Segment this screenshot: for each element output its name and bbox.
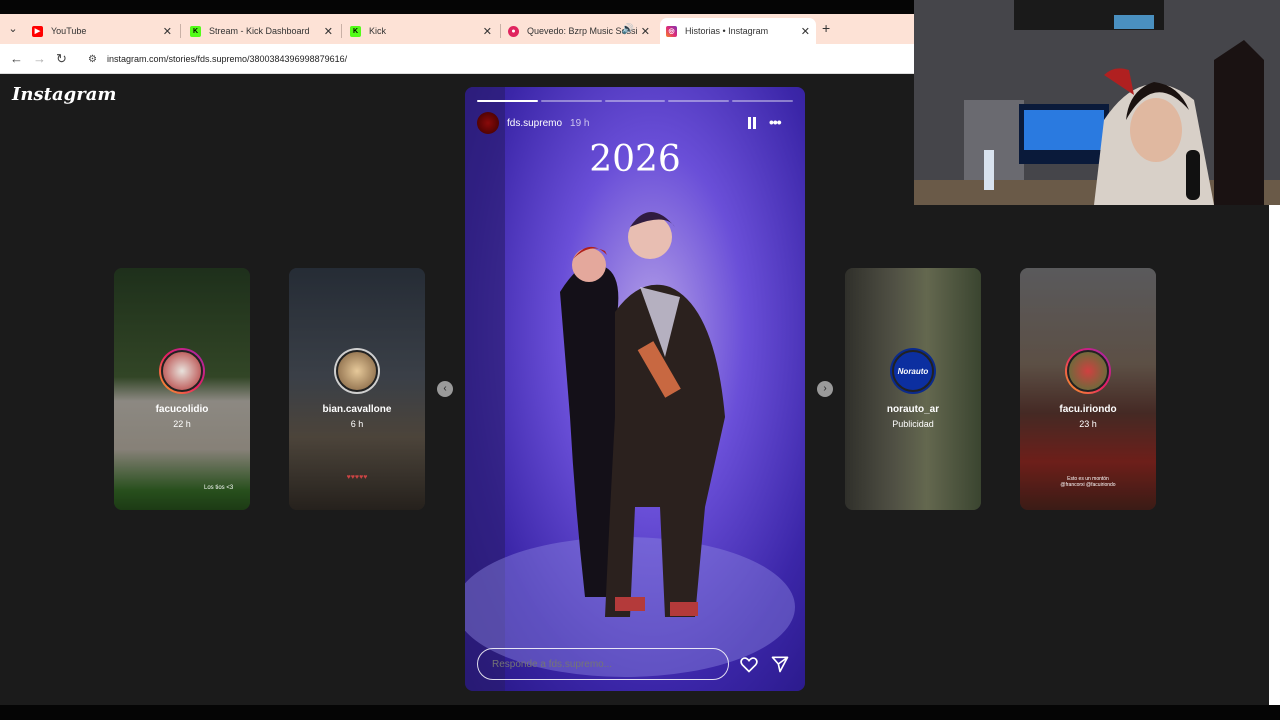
story-preview-norauto-ar[interactable]: Norauto norauto_ar Publicidad xyxy=(845,268,981,510)
preview-time: 6 h xyxy=(350,419,364,429)
forward-icon[interactable]: → xyxy=(33,51,46,66)
close-tab-icon[interactable]: ✕ xyxy=(641,25,650,38)
story-time: 19 h xyxy=(570,117,590,129)
preview-avatar xyxy=(334,348,380,394)
close-tab-icon[interactable]: ✕ xyxy=(163,25,172,38)
close-tab-icon[interactable]: ✕ xyxy=(801,25,810,38)
close-tab-icon[interactable]: ✕ xyxy=(483,25,492,38)
story-preview-facucolidio[interactable]: facucolidio 22 h Los tios <3 xyxy=(114,268,250,510)
next-story-button[interactable]: › xyxy=(817,381,833,397)
heart-icon[interactable] xyxy=(739,654,759,674)
send-icon[interactable] xyxy=(770,654,790,674)
preview-caption: Los tios <3 xyxy=(204,485,234,491)
tab-title: Kick xyxy=(369,26,387,36)
tab-kick[interactable]: K Kick ✕ xyxy=(344,18,498,44)
story-progress xyxy=(477,100,793,102)
new-tab-button[interactable]: + xyxy=(822,20,830,36)
story-username[interactable]: fds.supremo xyxy=(507,118,562,129)
tab-title: YouTube xyxy=(51,26,87,36)
tab-title: Historias • Instagram xyxy=(685,26,769,36)
youtube-favicon-icon: ▶ xyxy=(32,25,43,37)
kick-favicon-icon: K xyxy=(350,25,361,37)
webcam-video xyxy=(914,0,1280,205)
tab-divider xyxy=(341,24,342,38)
window-top-strip xyxy=(0,0,914,14)
instagram-logo[interactable]: Instagram xyxy=(12,84,116,105)
preview-avatar: Norauto xyxy=(890,348,936,394)
preview-avatar xyxy=(1065,348,1111,394)
instagram-favicon-icon: ◎ xyxy=(666,25,677,37)
story-avatar[interactable] xyxy=(477,112,499,134)
story-preview-facu-iriondo[interactable]: facu.iriondo 23 h Esto es un montón @fra… xyxy=(1020,268,1156,510)
webcam-overlay xyxy=(914,0,1280,205)
preview-caption: Esto es un montón @francorxi @facuiriond… xyxy=(1060,476,1116,488)
url-field[interactable]: ⚙ instagram.com/stories/fds.supremo/3800… xyxy=(80,48,910,70)
tab-instagram[interactable]: ◎ Historias • Instagram ✕ xyxy=(660,18,816,44)
story-viewer[interactable]: fds.supremo 19 h ••• 2026 xyxy=(465,87,805,691)
url-text: instagram.com/stories/fds.supremo/380038… xyxy=(106,54,348,64)
preview-avatar xyxy=(159,348,205,394)
story-header: fds.supremo 19 h xyxy=(477,112,590,134)
back-icon[interactable]: ← xyxy=(10,51,23,66)
norauto-badge: Norauto xyxy=(892,350,934,392)
preview-time: 23 h xyxy=(1079,419,1097,429)
site-info-icon[interactable]: ⚙ xyxy=(88,54,97,65)
reload-icon[interactable]: ↻ xyxy=(56,51,67,67)
tab-divider xyxy=(180,24,181,38)
tab-bar: ⌄ ▶ YouTube ✕ K Stream - Kick Dashboard … xyxy=(0,14,914,44)
address-bar-row: ← → ↻ ⚙ instagram.com/stories/fds.suprem… xyxy=(0,44,914,74)
tab-title: Stream - Kick Dashboard xyxy=(209,26,310,36)
preview-username: norauto_ar xyxy=(886,404,940,415)
window-bottom-strip xyxy=(0,705,1280,720)
story-preview-bian-cavallone[interactable]: bian.cavallone 6 h ♥♥♥♥♥ xyxy=(289,268,425,510)
preview-time: 22 h xyxy=(173,419,191,429)
music-favicon-icon: ● xyxy=(508,25,519,37)
more-options-icon[interactable]: ••• xyxy=(769,114,782,130)
tab-divider xyxy=(500,24,501,38)
tab-kick-dashboard[interactable]: K Stream - Kick Dashboard ✕ xyxy=(184,18,339,44)
scrollbar[interactable] xyxy=(1269,205,1280,705)
speaker-icon[interactable]: 🔊 xyxy=(622,24,634,35)
story-overlay-text: 2026 xyxy=(589,139,681,180)
pause-icon[interactable] xyxy=(747,117,757,129)
preview-caption: ♥♥♥♥♥ xyxy=(346,474,368,481)
preview-username: facu.iriondo xyxy=(1059,404,1117,415)
preview-username: bian.cavallone xyxy=(322,404,392,415)
tab-quevedo[interactable]: ● Quevedo: Bzrp Music Sessi 🔊 ✕ xyxy=(502,18,656,44)
previous-story-button[interactable]: ‹ xyxy=(437,381,453,397)
preview-username: facucolidio xyxy=(155,404,209,415)
preview-sponsored-label: Publicidad xyxy=(892,419,934,429)
reply-input[interactable] xyxy=(477,648,729,680)
tab-youtube[interactable]: ▶ YouTube ✕ xyxy=(26,18,178,44)
tab-search-icon[interactable]: ⌄ xyxy=(6,22,20,36)
close-tab-icon[interactable]: ✕ xyxy=(324,25,333,38)
kick-favicon-icon: K xyxy=(190,25,201,37)
